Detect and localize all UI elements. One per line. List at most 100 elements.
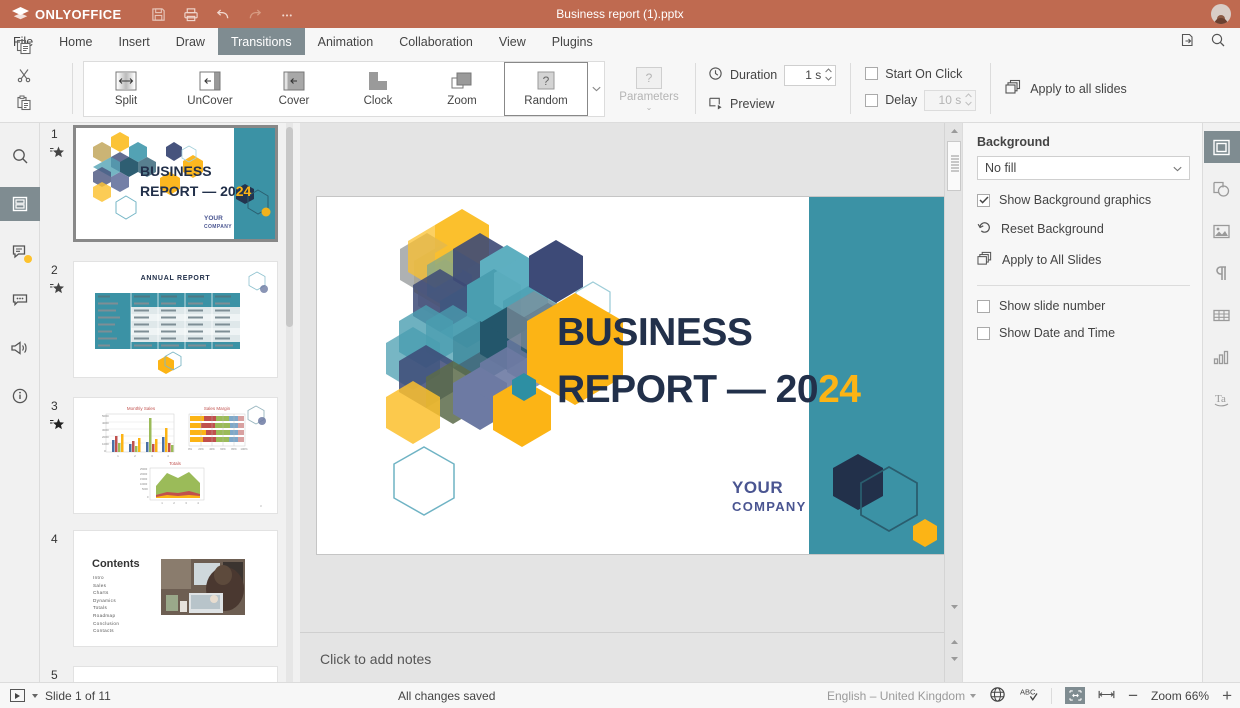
delay-option[interactable]: Delay 10 s [865,90,976,111]
image-settings-icon[interactable] [1204,215,1240,247]
thumbnail-preview[interactable]: Monthly Sales 500040003000200010000 1234… [73,397,278,514]
notes-pane[interactable]: Click to add notes [300,633,944,682]
zoom-out-button[interactable]: − [1128,690,1138,702]
start-on-click-checkbox[interactable] [865,67,878,80]
effect-cover[interactable]: Cover [252,62,336,116]
scroll-thumb[interactable] [947,141,961,191]
svg-text:3000: 3000 [102,428,109,432]
thumbnail-photo [161,559,245,615]
show-slide-number-checkbox[interactable] [977,300,990,313]
show-date-time-checkbox[interactable] [977,327,990,340]
slide-settings-icon[interactable] [1204,131,1240,163]
comments-panel-icon[interactable] [0,235,40,269]
effect-random[interactable]: ? Random [504,62,588,116]
print-icon[interactable] [176,0,206,28]
delay-stepper[interactable] [965,93,972,106]
feedback-panel-icon[interactable] [0,331,40,365]
table-settings-icon[interactable] [1204,299,1240,331]
apply-to-all-slides-button[interactable]: Apply to all slides [1005,79,1127,98]
about-panel-icon[interactable] [0,379,40,413]
thumbnail-slide-1[interactable]: 1 [41,123,299,259]
tab-plugins[interactable]: Plugins [539,28,606,55]
tab-transitions[interactable]: Transitions [218,28,305,55]
shape-settings-icon[interactable] [1204,173,1240,205]
thumbnail-slide-4[interactable]: 4 Contents IntroSales ChartsDynamics Tot… [41,528,299,664]
tab-view[interactable]: View [486,28,539,55]
chat-panel-icon[interactable] [0,283,40,317]
svg-text:5000: 5000 [142,487,148,491]
scroll-down-icon[interactable] [945,599,963,615]
paragraph-settings-icon[interactable] [1204,257,1240,289]
start-on-click-option[interactable]: Start On Click [865,67,976,81]
cut-icon[interactable] [10,62,38,88]
slide-settings-panel: Background No fill Show Background graph… [962,123,1202,682]
effects-expand-icon[interactable] [588,62,604,116]
effect-zoom[interactable]: Zoom [420,62,504,116]
thumbnail-slide-5[interactable]: 5 [41,664,299,682]
app-logo[interactable]: ONLYOFFICE [12,7,122,22]
open-file-location-icon[interactable] [1180,32,1196,51]
thumbnail-preview[interactable] [73,666,278,682]
set-language-icon[interactable] [989,686,1006,706]
left-icon-rail [0,123,40,682]
duration-stepper[interactable] [825,68,832,81]
save-icon[interactable] [144,0,174,28]
redo-icon[interactable] [240,0,270,28]
search-panel-icon[interactable] [0,139,40,173]
effect-clock[interactable]: Clock [336,62,420,116]
slide-thumbnails-panel[interactable]: 1 [41,123,299,682]
slides-panel-icon[interactable] [0,187,40,221]
tab-insert[interactable]: Insert [106,28,163,55]
spell-check-icon[interactable]: ABC [1019,686,1038,706]
show-background-graphics-checkbox[interactable] [977,194,990,207]
reset-background-button[interactable]: Reset Background [977,220,1190,238]
show-background-graphics-option[interactable]: Show Background graphics [977,193,1190,207]
zoom-in-button[interactable]: + [1222,690,1232,702]
undo-icon[interactable] [208,0,238,28]
thumbnail-slide-3[interactable]: 3 Monthly Sales 500040003000200010000 12… [41,395,299,528]
slide-vertical-scrollbar[interactable] [944,123,962,682]
thumbnail-preview[interactable]: Contents IntroSales ChartsDynamics Total… [73,530,278,647]
preview-button[interactable]: Preview [708,95,836,113]
more-icon[interactable] [272,0,302,28]
user-avatar[interactable] [1211,4,1231,24]
delay-checkbox[interactable] [865,94,878,107]
start-slideshow-icon[interactable] [10,689,25,702]
show-slide-number-option[interactable]: Show slide number [977,299,1190,313]
start-options-group: Start On Click Delay 10 s [851,55,976,122]
zoom-level-label[interactable]: Zoom 66% [1151,689,1209,703]
chart-settings-icon[interactable] [1204,341,1240,373]
text-art-settings-icon[interactable]: Ta [1204,383,1240,415]
thumbnail-preview[interactable]: BUSINESS REPORT — 2024 YOURCOMPANY [73,125,278,242]
copy-icon[interactable] [10,34,38,60]
thumbnail-slide-2[interactable]: 2 ANNUAL REPORT [41,259,299,395]
transition-effects-gallery: Split UnCover Cover Clock [83,61,605,117]
tab-draw[interactable]: Draw [163,28,218,55]
tab-collaboration[interactable]: Collaboration [386,28,486,55]
svg-text:10000: 10000 [140,482,148,486]
scroll-up-icon[interactable] [945,123,963,139]
effect-uncover[interactable]: UnCover [168,62,252,116]
parameters-icon: ? [636,67,662,89]
apply-to-all-slides-panel-button[interactable]: Apply to All Slides [977,251,1190,269]
fit-to-slide-icon[interactable] [1065,687,1085,704]
document-language[interactable]: English – United Kingdom [827,689,976,703]
slide-canvas[interactable]: BUSINESS REPORT — 2024 YOUR COMPANY [300,123,944,632]
notes-scroll-down-icon[interactable] [945,651,963,667]
paste-icon[interactable] [10,90,38,116]
background-section-title: Background [977,135,1190,149]
show-date-time-option[interactable]: Show Date and Time [977,326,1190,340]
effect-split[interactable]: Split [84,62,168,116]
svg-text:0: 0 [104,449,106,453]
background-fill-select[interactable]: No fill [977,156,1190,180]
delay-input[interactable]: 10 s [924,90,976,111]
tab-home[interactable]: Home [46,28,105,55]
duration-input[interactable]: 1 s [784,65,836,86]
tab-animation[interactable]: Animation [305,28,387,55]
current-slide[interactable]: BUSINESS REPORT — 2024 YOUR COMPANY [316,196,950,555]
notes-scroll-up-icon[interactable] [945,634,963,650]
fit-to-width-icon[interactable] [1098,689,1115,703]
search-icon[interactable] [1210,32,1226,51]
thumbnail-preview[interactable]: ANNUAL REPORT [73,261,278,378]
slideshow-options-chevron-icon[interactable] [32,694,38,698]
